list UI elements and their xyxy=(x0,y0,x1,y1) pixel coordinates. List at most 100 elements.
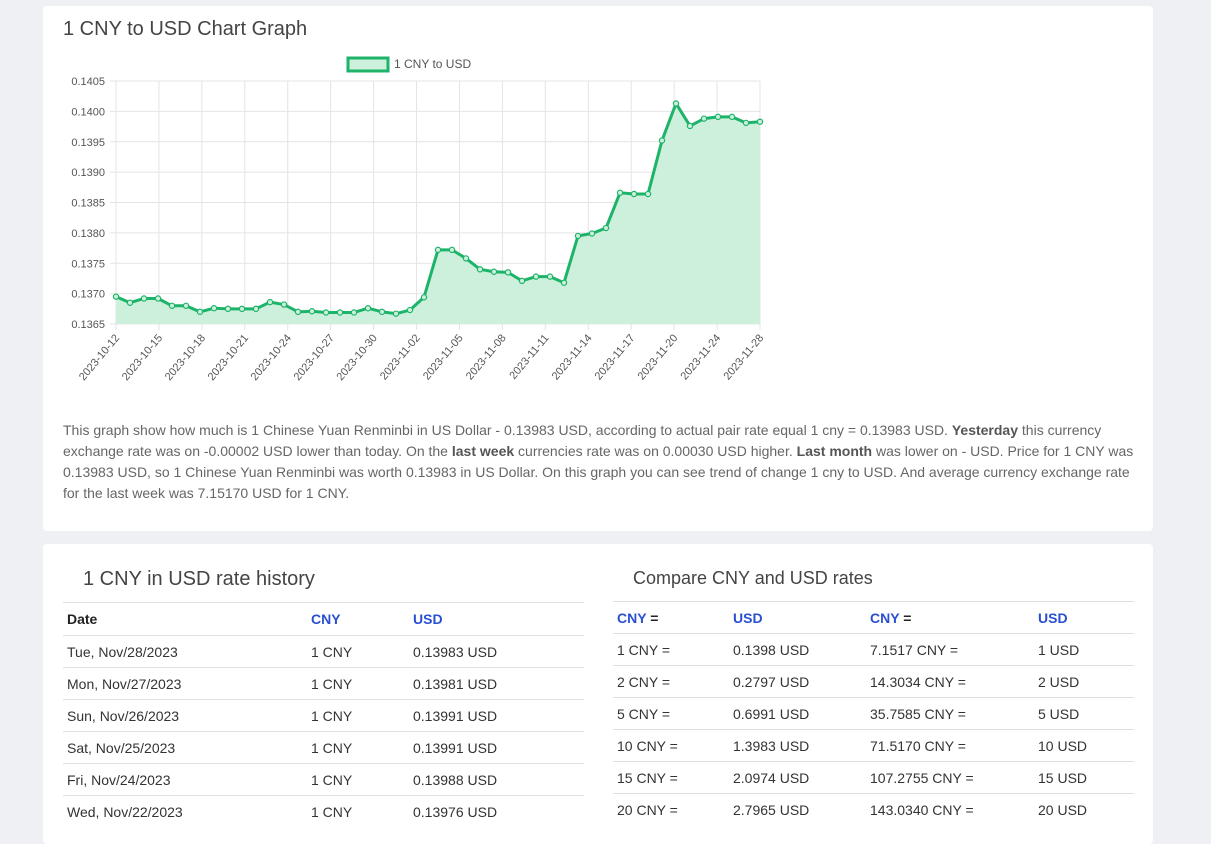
data-point[interactable] xyxy=(616,189,624,196)
data-point[interactable] xyxy=(364,305,372,312)
x-tick-label: 2023-10-15 xyxy=(120,332,165,383)
compare-cell: 1.3983 USD xyxy=(733,737,810,754)
compare-header-cur: USD xyxy=(1038,609,1068,626)
rate-chart[interactable]: 0.1405 0.1400 0.1395 0.1390 0.1385 0.1380 0.13… xyxy=(43,6,1153,406)
history-cell-date: Mon, Nov/27/2023 xyxy=(67,675,182,692)
compare-header-cny-1: CNY = xyxy=(613,602,729,634)
x-tick-label: 2023-11-24 xyxy=(679,332,724,382)
tables-card: 1 CNY in USD rate history Date CNY USD T… xyxy=(43,544,1153,844)
x-tick-label: 2023-11-11 xyxy=(507,332,551,382)
compare-cell: 107.2755 CNY = xyxy=(870,769,974,786)
data-point[interactable] xyxy=(546,273,554,280)
data-point[interactable] xyxy=(686,122,694,130)
data-point[interactable] xyxy=(462,255,470,262)
data-point[interactable] xyxy=(630,190,638,198)
compare-header-cur: CNY xyxy=(617,609,647,626)
data-point[interactable] xyxy=(154,295,162,302)
desc-text-1: This graph show how much is 1 Chinese Yu… xyxy=(63,422,952,438)
data-point[interactable] xyxy=(336,309,344,316)
data-point[interactable] xyxy=(266,298,274,306)
chart-card: 1 CNY to USD Chart Graph 0.1405 0.1400 0.1… xyxy=(43,6,1153,531)
data-point[interactable] xyxy=(420,294,428,301)
history-cell-date: Sat, Nov/25/2023 xyxy=(67,739,176,756)
data-point[interactable] xyxy=(378,308,386,316)
compare-header-usd-2: USD xyxy=(1034,602,1134,634)
x-tick-label: 2023-11-08 xyxy=(464,332,509,382)
compare-cell: 7.1517 CNY = xyxy=(870,641,959,658)
history-cell-cny: 1 CNY xyxy=(311,675,353,692)
table-row: 1 CNY = 0.1398 USD 7.1517 CNY = 1 USD xyxy=(613,633,1134,666)
data-point[interactable] xyxy=(322,309,330,316)
data-point[interactable] xyxy=(406,306,414,314)
history-title: 1 CNY in USD rate history xyxy=(83,568,315,590)
history-header-row: Date CNY USD xyxy=(63,602,584,636)
compare-header-cur: USD xyxy=(733,609,763,626)
table-row: Mon, Nov/27/2023 1 CNY 0.13981 USD xyxy=(63,667,584,700)
data-point[interactable] xyxy=(182,302,190,309)
data-point[interactable] xyxy=(672,100,680,107)
y-tick-label: 0.1400 xyxy=(71,106,105,118)
legend-swatch[interactable] xyxy=(346,56,390,73)
x-tick-label: 2023-11-14 xyxy=(550,332,595,382)
chart-description: This graph show how much is 1 Chinese Yu… xyxy=(63,420,1135,504)
data-point[interactable] xyxy=(658,137,666,144)
table-row: Sun, Nov/26/2023 1 CNY 0.13991 USD xyxy=(63,699,584,732)
data-point[interactable] xyxy=(168,302,176,309)
data-point[interactable] xyxy=(308,308,316,315)
y-tick-label: 0.1380 xyxy=(71,228,105,240)
y-tick-label: 0.1365 xyxy=(71,319,105,331)
data-point[interactable] xyxy=(126,299,134,306)
history-cell-cny: 1 CNY xyxy=(311,707,353,724)
compare-header-cny-2: CNY = xyxy=(866,602,1034,634)
table-row: Sat, Nov/25/2023 1 CNY 0.13991 USD xyxy=(63,731,584,764)
history-table: Date CNY USD Tue, Nov/28/2023 1 CNY 0.1398… xyxy=(63,602,584,827)
data-point[interactable] xyxy=(532,273,540,280)
data-point[interactable] xyxy=(574,232,582,240)
history-cell-date: Sun, Nov/26/2023 xyxy=(67,707,180,724)
desc-text-3: currencies rate was on 0.00030 USD highe… xyxy=(514,443,797,459)
data-point[interactable] xyxy=(280,301,288,308)
data-point[interactable] xyxy=(434,246,442,254)
data-point[interactable] xyxy=(294,308,302,316)
data-point[interactable] xyxy=(252,305,260,313)
data-point[interactable] xyxy=(644,190,652,198)
data-point[interactable] xyxy=(700,115,708,122)
data-point[interactable] xyxy=(238,305,246,313)
compare-header-eq: = xyxy=(646,609,659,626)
history-cell-date: Fri, Nov/24/2023 xyxy=(67,771,171,788)
legend-label[interactable]: 1 CNY to USD xyxy=(394,57,471,71)
data-point[interactable] xyxy=(112,293,120,300)
history-cell-cny: 1 CNY xyxy=(311,803,353,820)
data-point[interactable] xyxy=(518,277,526,285)
data-point[interactable] xyxy=(602,224,610,232)
compare-cell: 71.5170 CNY = xyxy=(870,737,966,754)
data-point[interactable] xyxy=(588,230,596,237)
data-point[interactable] xyxy=(350,309,358,316)
data-point[interactable] xyxy=(196,308,204,316)
data-point[interactable] xyxy=(728,113,736,121)
data-point[interactable] xyxy=(210,305,218,312)
data-point[interactable] xyxy=(224,305,232,313)
y-tick-label: 0.1385 xyxy=(71,198,105,210)
x-tick-label: 2023-10-12 xyxy=(77,332,122,383)
data-point[interactable] xyxy=(392,310,400,317)
data-point[interactable] xyxy=(490,268,498,275)
compare-cell: 10 USD xyxy=(1038,737,1088,754)
data-point[interactable] xyxy=(756,118,764,125)
table-row: 10 CNY = 1.3983 USD 71.5170 CNY = 10 USD xyxy=(613,729,1134,762)
compare-cell: 20 CNY = xyxy=(617,801,678,818)
y-tick-label: 0.1390 xyxy=(71,167,105,179)
data-point[interactable] xyxy=(742,119,750,127)
data-point[interactable] xyxy=(140,295,148,302)
data-point[interactable] xyxy=(504,269,512,276)
desc-bold-yesterday: Yesterday xyxy=(951,422,1019,438)
data-point[interactable] xyxy=(714,113,722,121)
compare-header-usd-1: USD xyxy=(729,602,866,634)
data-point[interactable] xyxy=(560,279,568,286)
data-point[interactable] xyxy=(476,266,484,273)
x-tick-label: 2023-11-17 xyxy=(593,332,638,382)
compare-cell: 2 CNY = xyxy=(617,673,671,690)
history-cell-date: Wed, Nov/22/2023 xyxy=(67,803,183,820)
y-tick-label: 0.1375 xyxy=(71,258,105,270)
data-point[interactable] xyxy=(448,246,456,254)
